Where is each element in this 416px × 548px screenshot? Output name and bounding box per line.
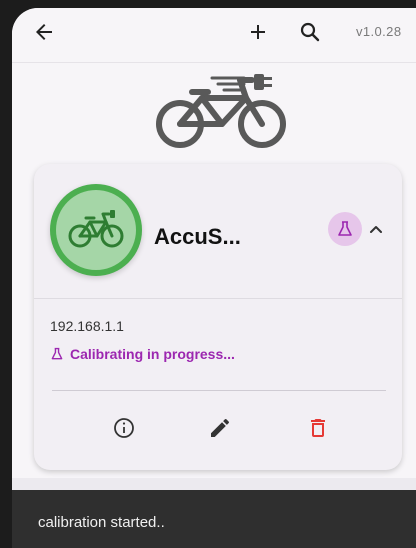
search-icon[interactable] [298, 20, 322, 44]
calibrate-button[interactable] [328, 212, 362, 246]
device-card: AccuS... 192.168.1.1 Calibrating in prog… [34, 164, 402, 470]
flask-icon [51, 347, 63, 360]
chevron-up-icon[interactable] [364, 218, 388, 242]
arrow-left-icon[interactable] [32, 20, 56, 44]
snackbar: calibration started.. [12, 490, 416, 548]
device-avatar [50, 184, 142, 276]
device-name: AccuS... [154, 224, 241, 249]
card-divider [34, 298, 402, 299]
bottom-spacer [12, 478, 416, 490]
version-label: v1.0.28 [356, 24, 402, 39]
actions-divider [52, 390, 386, 391]
delete-icon[interactable] [306, 416, 330, 440]
status-line: Calibrating in progress... [50, 346, 235, 362]
info-icon[interactable] [112, 416, 136, 440]
edit-icon[interactable] [208, 416, 232, 440]
electric-bike-logo-icon [156, 74, 286, 148]
app-screen: v1.0.28 AccuS... 192.168.1.1 Calibrating… [12, 8, 416, 548]
header-divider [12, 62, 416, 63]
plus-icon[interactable] [246, 20, 270, 44]
electric-bike-icon [68, 210, 124, 248]
snackbar-message: calibration started.. [38, 514, 165, 531]
device-ip: 192.168.1.1 [50, 318, 124, 334]
status-text: Calibrating in progress... [70, 346, 235, 362]
app-bar: v1.0.28 [12, 8, 416, 58]
flask-icon [338, 221, 352, 236]
